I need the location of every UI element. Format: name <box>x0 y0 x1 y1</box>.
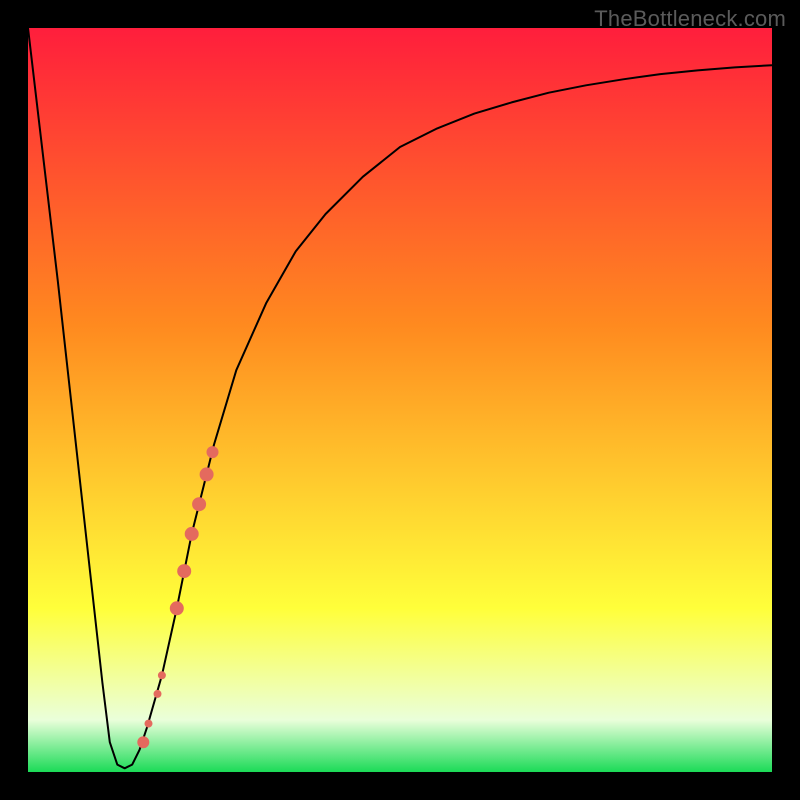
highlight-dot <box>154 690 162 698</box>
highlight-dot <box>170 601 184 615</box>
chart-frame: { "watermark": "TheBottleneck.com", "col… <box>0 0 800 800</box>
highlight-dot <box>207 446 219 458</box>
highlight-dot <box>137 736 149 748</box>
highlight-dot <box>185 527 199 541</box>
bottleneck-chart <box>0 0 800 800</box>
highlight-dot <box>145 720 153 728</box>
highlight-dot <box>158 671 166 679</box>
watermark-text: TheBottleneck.com <box>594 6 786 32</box>
plot-background <box>28 28 772 772</box>
highlight-dot <box>177 564 191 578</box>
highlight-dot <box>192 497 206 511</box>
highlight-dot <box>200 467 214 481</box>
